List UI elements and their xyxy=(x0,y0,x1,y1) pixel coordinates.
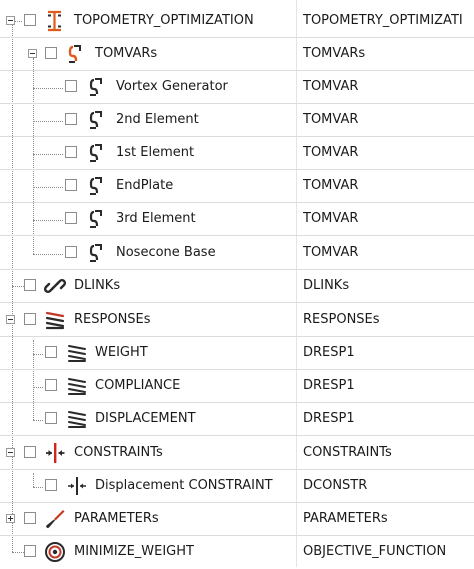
collapse-toggle[interactable] xyxy=(28,49,37,58)
row-name: TOPOMETRY_OPTIMIZATION xyxy=(74,13,254,28)
row-name: Nosecone Base xyxy=(116,245,216,260)
row-name: Vortex Generator xyxy=(116,79,228,94)
row-checkbox[interactable] xyxy=(24,279,36,291)
wrench-icon xyxy=(44,508,66,530)
tree-row-tomvar[interactable]: Nosecone Base TOMVAR xyxy=(0,237,474,270)
row-name: RESPONSEs xyxy=(74,312,151,327)
row-type: CONSTRAINTs xyxy=(303,445,392,460)
row-checkbox[interactable] xyxy=(65,212,77,224)
link-icon xyxy=(44,275,66,297)
row-checkbox[interactable] xyxy=(45,346,57,358)
expand-toggle[interactable] xyxy=(6,514,15,523)
row-checkbox[interactable] xyxy=(45,412,57,424)
collapse-toggle[interactable] xyxy=(6,315,15,324)
target-icon xyxy=(44,541,66,563)
tree-row-response[interactable]: DISPLACEMENT DRESP1 xyxy=(0,403,474,436)
tomvar-folder-icon xyxy=(64,43,86,65)
tomvar-icon xyxy=(85,142,107,164)
tomvar-icon xyxy=(85,208,107,230)
row-checkbox[interactable] xyxy=(45,479,57,491)
row-type: DRESP1 xyxy=(303,411,355,426)
row-checkbox[interactable] xyxy=(45,47,57,59)
row-checkbox[interactable] xyxy=(65,146,77,158)
tree-row-objective[interactable]: MINIMIZE_WEIGHT OBJECTIVE_FUNCTION xyxy=(0,536,474,569)
topometry-optimization-icon xyxy=(44,10,66,32)
tree-row-tomvar[interactable]: EndPlate TOMVAR xyxy=(0,170,474,203)
row-type: TOMVAR xyxy=(303,145,359,160)
row-name: PARAMETERs xyxy=(74,511,159,526)
tomvar-icon xyxy=(85,175,107,197)
row-type: TOMVAR xyxy=(303,112,359,127)
row-checkbox[interactable] xyxy=(24,512,36,524)
row-type: PARAMETERs xyxy=(303,511,388,526)
tree-row-constraints[interactable]: CONSTRAINTs CONSTRAINTs xyxy=(0,437,474,470)
collapse-toggle[interactable] xyxy=(6,448,15,457)
tree-row-tomvar[interactable]: 1st Element TOMVAR xyxy=(0,137,474,170)
row-name: 2nd Element xyxy=(116,112,199,127)
row-checkbox[interactable] xyxy=(24,446,36,458)
collapse-toggle[interactable] xyxy=(6,16,15,25)
row-type: TOPOMETRY_OPTIMIZATI xyxy=(303,13,463,28)
row-name: CONSTRAINTs xyxy=(74,445,163,460)
response-icon xyxy=(66,375,88,397)
row-name: TOMVARs xyxy=(95,46,158,61)
row-type: DCONSTR xyxy=(303,478,368,493)
row-checkbox[interactable] xyxy=(24,313,36,325)
response-icon xyxy=(66,408,88,430)
row-checkbox[interactable] xyxy=(24,545,36,557)
row-checkbox[interactable] xyxy=(65,80,77,92)
row-checkbox[interactable] xyxy=(24,14,36,26)
row-name: 3rd Element xyxy=(116,211,196,226)
row-type: TOMVAR xyxy=(303,178,359,193)
row-name: DLINKs xyxy=(74,278,121,293)
row-name: DISPLACEMENT xyxy=(95,411,196,426)
row-type: DLINKs xyxy=(303,278,350,293)
constraint-folder-icon xyxy=(44,442,66,464)
tree-row-tomvars[interactable]: TOMVARs TOMVARs xyxy=(0,38,474,71)
row-type: DRESP1 xyxy=(303,345,355,360)
tomvar-icon xyxy=(85,76,107,98)
row-type: TOMVAR xyxy=(303,245,359,260)
row-type: TOMVARs xyxy=(303,46,366,61)
row-type: OBJECTIVE_FUNCTION xyxy=(303,544,447,559)
row-name: 1st Element xyxy=(116,145,195,160)
tree-row-parameters[interactable]: PARAMETERs PARAMETERs xyxy=(0,503,474,536)
row-checkbox[interactable] xyxy=(65,179,77,191)
row-type: TOMVAR xyxy=(303,79,359,94)
row-checkbox[interactable] xyxy=(45,379,57,391)
row-name: MINIMIZE_WEIGHT xyxy=(74,544,194,559)
tree-row-constraint[interactable]: Displacement CONSTRAINT DCONSTR xyxy=(0,470,474,503)
row-checkbox[interactable] xyxy=(65,113,77,125)
tree-row-topometry-optimization[interactable]: TOPOMETRY_OPTIMIZATION TOPOMETRY_OPTIMIZ… xyxy=(0,5,474,38)
row-type: DRESP1 xyxy=(303,378,355,393)
response-icon xyxy=(66,342,88,364)
constraint-icon xyxy=(66,475,88,497)
model-tree: TOPOMETRY_OPTIMIZATION TOPOMETRY_OPTIMIZ… xyxy=(0,0,474,567)
tree-row-tomvar[interactable]: Vortex Generator TOMVAR xyxy=(0,71,474,104)
row-name: WEIGHT xyxy=(95,345,148,360)
row-name: EndPlate xyxy=(116,178,174,193)
row-name: Displacement CONSTRAINT xyxy=(95,478,273,493)
tomvar-icon xyxy=(85,109,107,131)
tree-row-response[interactable]: WEIGHT DRESP1 xyxy=(0,337,474,370)
row-checkbox[interactable] xyxy=(65,246,77,258)
tree-row-tomvar[interactable]: 2nd Element TOMVAR xyxy=(0,104,474,137)
tomvar-icon xyxy=(85,242,107,264)
tree-row-dlinks[interactable]: DLINKs DLINKs xyxy=(0,270,474,303)
row-type: RESPONSEs xyxy=(303,312,380,327)
row-name: COMPLIANCE xyxy=(95,378,181,393)
tree-row-response[interactable]: COMPLIANCE DRESP1 xyxy=(0,370,474,403)
tree-row-responses[interactable]: RESPONSEs RESPONSEs xyxy=(0,304,474,337)
row-type: TOMVAR xyxy=(303,211,359,226)
tree-row-tomvar[interactable]: 3rd Element TOMVAR xyxy=(0,203,474,236)
response-folder-icon xyxy=(44,309,66,331)
